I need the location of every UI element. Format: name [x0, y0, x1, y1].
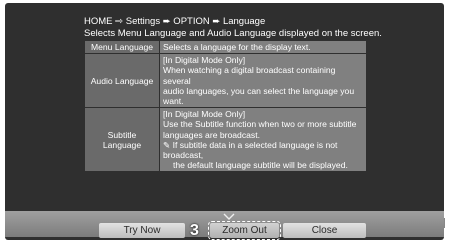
description-line: [In Digital Mode Only] — [163, 109, 246, 120]
row-label-menu-language: Menu Language — [85, 41, 160, 55]
table-row: Subtitle Language [In Digital Mode Only]… — [85, 107, 366, 173]
tv-screen: HOME ⇨ Settings ➨ OPTION ➨ Language Sele… — [5, 3, 444, 240]
chevron-down-icon — [223, 213, 235, 220]
breadcrumb: HOME ⇨ Settings ➨ OPTION ➨ Language — [84, 16, 266, 27]
description-line: audio languages, you can select the lang… — [163, 85, 355, 107]
note-line: ✎ If subtitle data in a selected languag… — [163, 139, 338, 161]
description-line: Selects a language for the display text. — [163, 42, 311, 52]
language-options-table: Menu Language Selects a language for the… — [85, 41, 366, 173]
row-description-menu-language: Selects a language for the display text. — [159, 41, 366, 55]
table-row: Audio Language [In Digital Mode Only] Wh… — [85, 53, 366, 109]
note-line: the default language subtitle will be di… — [173, 160, 348, 171]
page-description: Selects Menu Language and Audio Language… — [84, 28, 382, 39]
close-button[interactable]: Close — [283, 223, 366, 238]
table-row: Menu Language Selects a language for the… — [85, 41, 366, 55]
description-line: [In Digital Mode Only] — [163, 55, 246, 66]
row-label-subtitle-language: Subtitle Language — [85, 107, 160, 173]
step-number-badge: 3 — [190, 222, 199, 239]
description-line: languages are broadcast. — [163, 129, 260, 140]
description-line: Use the Subtitle function when two or mo… — [163, 119, 357, 130]
row-description-subtitle-language: [In Digital Mode Only] Use the Subtitle … — [159, 107, 366, 173]
zoom-out-button[interactable]: Zoom Out — [208, 221, 281, 240]
try-now-button[interactable]: Try Now — [99, 223, 185, 238]
description-line: When watching a digital broadcast contai… — [163, 65, 336, 86]
scrollbar-indicator — [444, 218, 445, 228]
row-description-audio-language: [In Digital Mode Only] When watching a d… — [159, 53, 366, 109]
row-label-audio-language: Audio Language — [85, 53, 160, 109]
